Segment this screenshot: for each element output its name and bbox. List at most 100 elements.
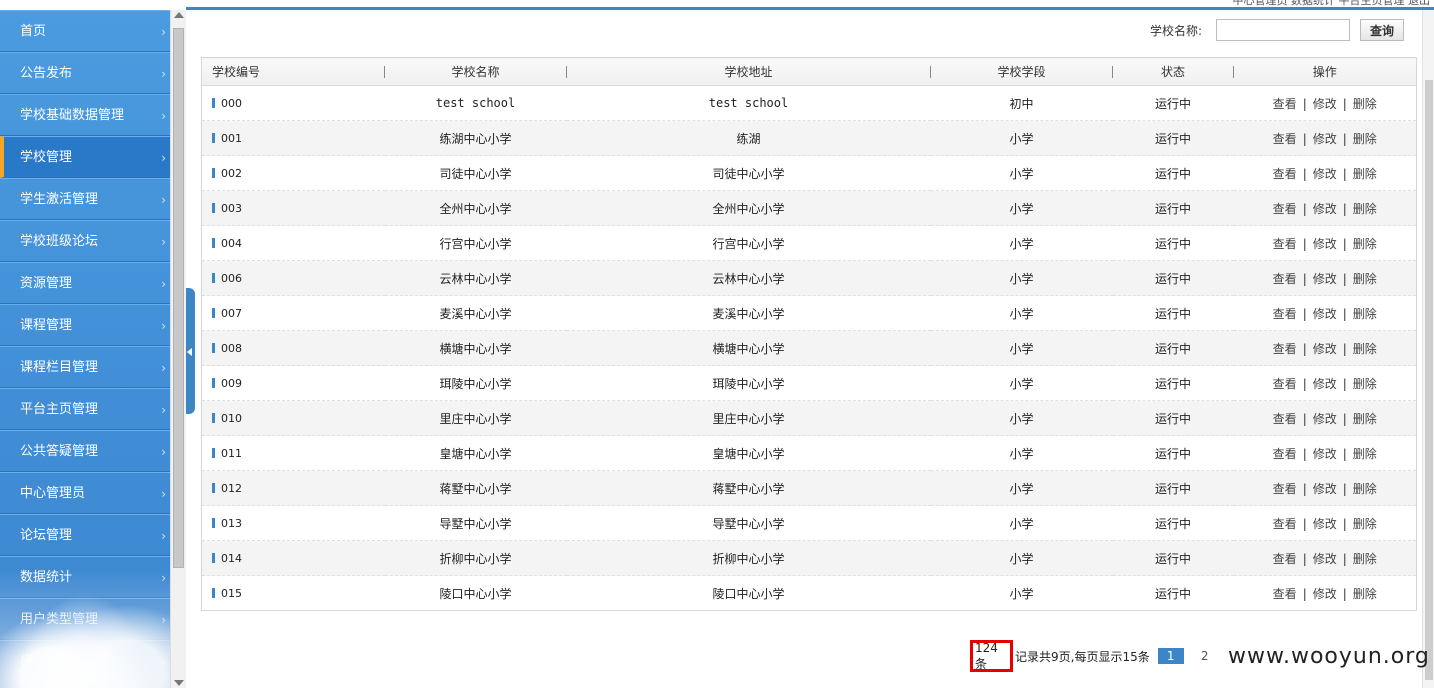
sidebar-item[interactable]: 中心管理员 › — [0, 472, 170, 514]
sidebar-scrollbar[interactable] — [170, 10, 186, 688]
sidebar-item-label: 学校班级论坛 — [20, 234, 99, 249]
row-actions: 查看 | 修改 | 删除 — [1233, 435, 1417, 471]
view-link[interactable]: 查看 — [1273, 167, 1297, 181]
edit-link[interactable]: 修改 — [1313, 587, 1337, 601]
delete-link[interactable]: 删除 — [1353, 237, 1377, 251]
col-header-status: 状态 — [1112, 57, 1234, 86]
sidebar-item-label: 资源管理 — [20, 276, 73, 291]
delete-link[interactable]: 删除 — [1353, 342, 1377, 356]
view-link[interactable]: 查看 — [1273, 272, 1297, 286]
view-link[interactable]: 查看 — [1273, 202, 1297, 216]
view-link[interactable]: 查看 — [1273, 342, 1297, 356]
edit-link[interactable]: 修改 — [1313, 552, 1337, 566]
row-marker-icon — [212, 237, 215, 248]
top-strip: 中心管理员 数据统计 平台主页管理 退出 — [186, 0, 1434, 10]
separator: | — [1302, 306, 1307, 321]
edit-link[interactable]: 修改 — [1313, 167, 1337, 181]
view-link[interactable]: 查看 — [1273, 237, 1297, 251]
edit-link[interactable]: 修改 — [1313, 517, 1337, 531]
view-link[interactable]: 查看 — [1273, 132, 1297, 146]
school-code-cell: 015 — [201, 575, 385, 611]
delete-link[interactable]: 删除 — [1353, 307, 1377, 321]
sidebar-item[interactable]: 学校班级论坛 › — [0, 220, 170, 262]
chevron-right-icon: › — [161, 67, 166, 81]
sidebar: 首页 › 公告发布 › 学校基础数据管理 › 学校管理 › 学生激活管理 › 学校班级论坛 › 资源管理… — [0, 10, 170, 688]
school-name-input[interactable] — [1216, 19, 1351, 41]
view-link[interactable]: 查看 — [1273, 412, 1297, 426]
view-link[interactable]: 查看 — [1273, 97, 1297, 111]
scroll-up-arrow-icon[interactable] — [174, 12, 184, 18]
delete-link[interactable]: 删除 — [1353, 202, 1377, 216]
delete-link[interactable]: 删除 — [1353, 272, 1377, 286]
edit-link[interactable]: 修改 — [1313, 237, 1337, 251]
sidebar-item[interactable]: 平台主页管理 › — [0, 388, 170, 430]
table-row: 009 珥陵中心小学 珥陵中心小学 小学 运行中 查看 | 修改 | 删除 — [201, 365, 1417, 401]
sidebar-item[interactable]: 学校基础数据管理 › — [0, 94, 170, 136]
edit-link[interactable]: 修改 — [1313, 132, 1337, 146]
edit-link[interactable]: 修改 — [1313, 482, 1337, 496]
delete-link[interactable]: 删除 — [1353, 517, 1377, 531]
record-count-highlight: 124条 — [970, 640, 1013, 672]
delete-link[interactable]: 删除 — [1353, 97, 1377, 111]
separator: | — [1302, 516, 1307, 531]
delete-link[interactable]: 删除 — [1353, 377, 1377, 391]
sidebar-item[interactable]: 首页 › — [0, 10, 170, 52]
delete-link[interactable]: 删除 — [1353, 552, 1377, 566]
sidebar-item[interactable]: 资源管理 › — [0, 262, 170, 304]
edit-link[interactable]: 修改 — [1313, 272, 1337, 286]
school-table: 学校编号 学校名称 学校地址 学校学段 状态 操作 000 test school… — [201, 57, 1417, 611]
school-address-cell: 导墅中心小学 — [566, 505, 931, 541]
sidebar-collapse-toggle[interactable] — [186, 288, 195, 414]
table-row: 002 司徒中心小学 司徒中心小学 小学 运行中 查看 | 修改 | 删除 — [201, 155, 1417, 191]
school-stage-cell: 初中 — [930, 85, 1113, 121]
scrollbar-thumb[interactable] — [173, 28, 184, 568]
delete-link[interactable]: 删除 — [1353, 587, 1377, 601]
school-code-cell: 014 — [201, 540, 385, 576]
view-link[interactable]: 查看 — [1273, 552, 1297, 566]
view-link[interactable]: 查看 — [1273, 447, 1297, 461]
row-marker-icon — [212, 482, 215, 493]
sidebar-item[interactable]: 学生激活管理 › — [0, 178, 170, 220]
edit-link[interactable]: 修改 — [1313, 342, 1337, 356]
edit-link[interactable]: 修改 — [1313, 202, 1337, 216]
view-link[interactable]: 查看 — [1273, 517, 1297, 531]
separator: | — [1342, 131, 1347, 146]
page-scrollbar[interactable] — [1422, 10, 1434, 688]
school-name-cell: 皇塘中心小学 — [384, 435, 567, 471]
delete-link[interactable]: 删除 — [1353, 132, 1377, 146]
school-status-cell: 运行中 — [1112, 330, 1234, 366]
view-link[interactable]: 查看 — [1273, 377, 1297, 391]
view-link[interactable]: 查看 — [1273, 307, 1297, 321]
sidebar-item[interactable]: 公告发布 › — [0, 52, 170, 94]
search-bar: 学校名称: 查询 — [1150, 18, 1405, 42]
separator: | — [1302, 551, 1307, 566]
edit-link[interactable]: 修改 — [1313, 307, 1337, 321]
delete-link[interactable]: 删除 — [1353, 412, 1377, 426]
watermark: www.wooyun.org — [1228, 644, 1430, 669]
query-button[interactable]: 查询 — [1360, 19, 1405, 41]
sidebar-item[interactable]: 论坛管理 › — [0, 514, 170, 556]
view-link[interactable]: 查看 — [1273, 587, 1297, 601]
delete-link[interactable]: 删除 — [1353, 447, 1377, 461]
edit-link[interactable]: 修改 — [1313, 377, 1337, 391]
table-header-row: 学校编号 学校名称 学校地址 学校学段 状态 操作 — [201, 57, 1417, 86]
table-row: 000 test school test school 初中 运行中 查看 | 修改 | 删除 — [201, 85, 1417, 121]
edit-link[interactable]: 修改 — [1313, 97, 1337, 111]
page-1-link[interactable]: 1 — [1157, 648, 1184, 664]
page-scrollbar-thumb[interactable] — [1425, 80, 1433, 680]
sidebar-item[interactable]: 学校管理 › — [0, 136, 170, 178]
view-link[interactable]: 查看 — [1273, 482, 1297, 496]
page-2-link[interactable]: 2 — [1192, 648, 1218, 664]
sidebar-item-label: 中心管理员 — [20, 486, 86, 501]
sidebar-item[interactable]: 课程管理 › — [0, 304, 170, 346]
delete-link[interactable]: 删除 — [1353, 167, 1377, 181]
delete-link[interactable]: 删除 — [1353, 482, 1377, 496]
sidebar-item-label: 公共答疑管理 — [20, 444, 99, 459]
sidebar-item[interactable]: 课程栏目管理 › — [0, 346, 170, 388]
edit-link[interactable]: 修改 — [1313, 447, 1337, 461]
scroll-down-arrow-icon[interactable] — [174, 680, 184, 686]
sidebar-item[interactable]: 公共答疑管理 › — [0, 430, 170, 472]
row-marker-icon — [212, 272, 215, 283]
edit-link[interactable]: 修改 — [1313, 412, 1337, 426]
school-stage-cell: 小学 — [930, 470, 1113, 506]
